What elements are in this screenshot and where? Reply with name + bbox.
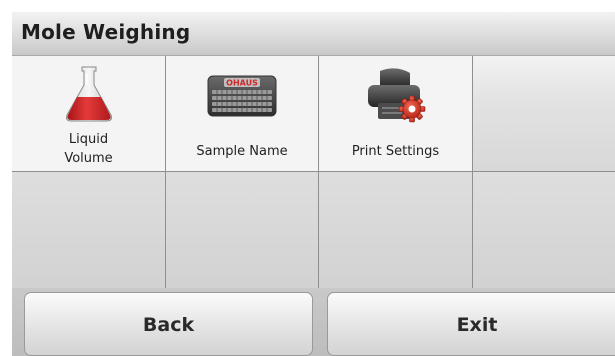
flask-icon	[65, 66, 112, 122]
printer-settings-icon	[367, 68, 425, 123]
app-frame: Mole Weighing Liquid Volume OHAUS Sample…	[0, 0, 615, 356]
menu-item-label-line2: Volume	[64, 151, 113, 166]
page-title: Mole Weighing	[21, 20, 191, 44]
menu-grid: Liquid Volume OHAUS Sample Name Print Se…	[12, 56, 615, 288]
empty-cell	[473, 172, 615, 288]
back-button-label: Back	[142, 314, 195, 336]
menu-item-label: Print Settings	[351, 144, 440, 159]
title-bar: Mole Weighing	[12, 12, 615, 56]
footer-bar: Back Exit	[12, 288, 615, 356]
menu-item-liquid-volume[interactable]: Liquid Volume	[12, 56, 166, 172]
empty-cell	[473, 56, 615, 172]
empty-cell	[166, 172, 319, 288]
empty-cell	[12, 172, 166, 288]
empty-cell	[319, 172, 473, 288]
menu-item-sample-name[interactable]: OHAUS Sample Name	[166, 56, 319, 172]
balance-screen: Mole Weighing Liquid Volume OHAUS Sample…	[12, 12, 615, 356]
menu-item-print-settings[interactable]: Print Settings	[319, 56, 473, 172]
exit-button[interactable]: Exit	[327, 292, 615, 356]
exit-button-label: Exit	[456, 314, 498, 336]
back-button[interactable]: Back	[24, 292, 313, 356]
keyboard-brand-text: OHAUS	[226, 79, 258, 88]
keyboard-icon: OHAUS	[207, 75, 277, 117]
menu-item-label: Sample Name	[196, 144, 288, 159]
menu-item-label-line1: Liquid	[68, 132, 109, 147]
